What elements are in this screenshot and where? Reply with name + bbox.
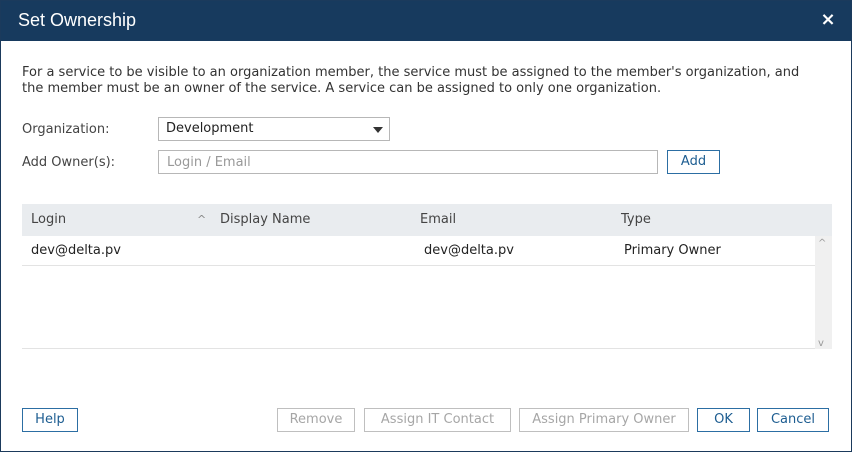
scroll-up-icon[interactable]: ^ [818,238,826,249]
help-button[interactable]: Help [22,408,78,432]
organization-select-value: Development [166,121,254,136]
sort-ascending-icon[interactable]: ^ [197,213,206,226]
organization-label: Organization: [22,122,110,137]
add-owner-label: Add Owner(s): [22,155,116,170]
cancel-button[interactable]: Cancel [757,408,829,432]
column-header-display-name[interactable]: Display Name [220,212,310,227]
table-row[interactable]: dev@delta.pv dev@delta.pv Primary Owner [22,236,815,266]
cell-type: Primary Owner [624,243,721,258]
ok-button[interactable]: OK [697,408,750,432]
chevron-down-icon [373,127,383,133]
dialog-title: Set Ownership [18,10,137,30]
column-header-type[interactable]: Type [621,212,651,227]
assign-it-contact-button[interactable]: Assign IT Contact [364,408,511,432]
table-divider [22,348,815,349]
column-header-login[interactable]: Login [31,212,66,227]
cell-email: dev@delta.pv [424,243,514,258]
description-text: For a service to be visible to an organi… [22,65,800,96]
assign-primary-owner-button[interactable]: Assign Primary Owner [519,408,689,432]
scroll-down-icon[interactable]: v [818,338,824,349]
dialog-titlebar: Set Ownership × [1,1,851,41]
organization-select[interactable]: Development [158,117,390,141]
table-header: Login ^ Display Name Email Type [22,204,832,236]
column-header-email[interactable]: Email [420,212,456,227]
remove-button[interactable]: Remove [277,408,355,432]
table-scrollbar[interactable]: ^ v [815,236,832,349]
cell-login: dev@delta.pv [31,243,121,258]
owners-table: Login ^ Display Name Email Type dev@delt… [22,204,832,349]
owner-search-input[interactable] [158,150,658,174]
close-icon[interactable]: × [817,9,839,31]
set-ownership-dialog: Set Ownership × For a service to be visi… [0,0,852,452]
add-owner-button[interactable]: Add [667,150,720,174]
